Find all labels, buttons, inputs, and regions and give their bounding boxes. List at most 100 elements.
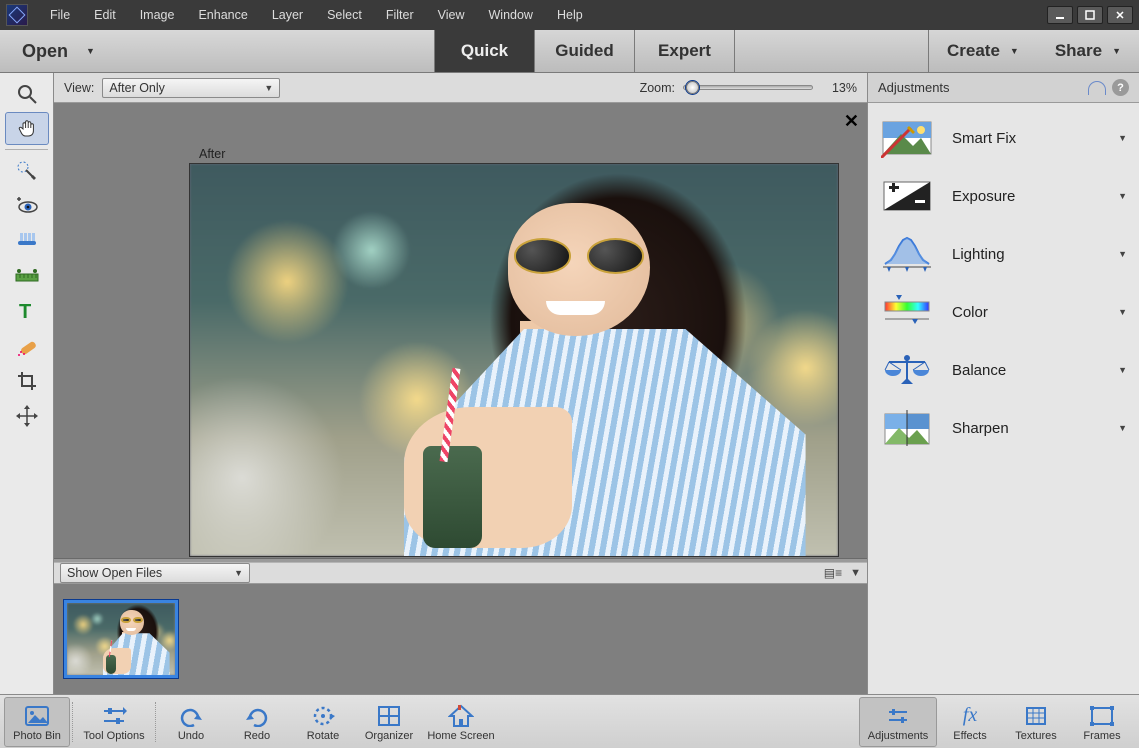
mode-guided-label: Guided [555, 41, 614, 61]
menu-image[interactable]: Image [128, 4, 187, 26]
menu-file[interactable]: File [38, 4, 82, 26]
menu-enhance[interactable]: Enhance [186, 4, 259, 26]
redo-icon [244, 702, 270, 730]
mode-quick[interactable]: Quick [435, 30, 535, 72]
adj-label: Lighting [952, 246, 1100, 263]
photo-bin-icon [24, 702, 50, 730]
undo-button[interactable]: Undo [158, 697, 224, 747]
adj-balance[interactable]: Balance ▼ [872, 341, 1135, 399]
photo-bin-bar: Show Open Files ▼ ▤≡ ▼ [54, 562, 867, 584]
adj-exposure[interactable]: Exposure ▼ [872, 167, 1135, 225]
whiten-teeth-tool[interactable] [5, 224, 49, 257]
adj-smart-fix[interactable]: Smart Fix ▼ [872, 109, 1135, 167]
share-menu-button[interactable]: Share ▼ [1055, 41, 1121, 61]
organizer-button[interactable]: Organizer [356, 697, 422, 747]
redeye-tool[interactable] [5, 189, 49, 222]
spot-heal-tool[interactable] [5, 329, 49, 362]
chevron-down-icon: ▼ [1118, 249, 1127, 259]
menu-select[interactable]: Select [315, 4, 374, 26]
chevron-down-icon: ▼ [1112, 46, 1121, 56]
home-icon [448, 702, 474, 730]
adj-color[interactable]: Color ▼ [872, 283, 1135, 341]
rotate-button[interactable]: Rotate [290, 697, 356, 747]
photo-bin-button[interactable]: Photo Bin [4, 697, 70, 747]
sharpen-icon [880, 407, 934, 449]
frames-icon [1089, 702, 1115, 730]
close-document-button[interactable]: ✕ [844, 111, 859, 132]
adj-sharpen[interactable]: Sharpen ▼ [872, 399, 1135, 457]
mode-guided[interactable]: Guided [535, 30, 635, 72]
mode-expert-label: Expert [658, 41, 711, 61]
rotate-icon [310, 702, 336, 730]
create-label: Create [947, 41, 1000, 61]
bin-collapse-icon[interactable]: ▼ [850, 567, 861, 579]
zoom-value: 13% [821, 81, 857, 95]
adjustments-tab-button[interactable]: Adjustments [859, 697, 937, 747]
zoom-tool[interactable] [5, 77, 49, 110]
close-button[interactable]: ✕ [1107, 6, 1133, 24]
menu-filter[interactable]: Filter [374, 4, 426, 26]
reset-icon[interactable] [1088, 81, 1106, 95]
zoom-slider[interactable] [683, 85, 813, 90]
menu-help[interactable]: Help [545, 4, 595, 26]
after-label: After [199, 147, 225, 161]
open-menu-button[interactable]: Open ▼ [0, 30, 435, 73]
adj-label: Sharpen [952, 420, 1100, 437]
exposure-icon [880, 175, 934, 217]
adj-lighting[interactable]: Lighting ▼ [872, 225, 1135, 283]
move-tool[interactable] [5, 399, 49, 432]
chevron-down-icon: ▼ [1118, 191, 1127, 201]
titlebar: File Edit Image Enhance Layer Select Fil… [0, 0, 1139, 30]
view-label: View: [64, 81, 94, 95]
hand-tool[interactable] [5, 112, 49, 145]
textures-tab-button[interactable]: Textures [1003, 697, 1069, 747]
crop-tool[interactable] [5, 364, 49, 397]
create-menu-button[interactable]: Create ▼ [947, 41, 1019, 61]
minimize-button[interactable] [1047, 6, 1073, 24]
chevron-down-icon: ▼ [1118, 365, 1127, 375]
lighting-icon [880, 233, 934, 275]
view-dropdown-value: After Only [109, 81, 165, 95]
bin-filter-value: Show Open Files [67, 566, 162, 580]
open-label: Open [22, 41, 68, 62]
window-controls: ✕ [1047, 6, 1133, 24]
bb-label: Organizer [365, 730, 413, 742]
chevron-down-icon: ▼ [1118, 307, 1127, 317]
view-dropdown[interactable]: After Only ▼ [102, 78, 280, 98]
bb-label: Effects [953, 730, 986, 742]
frames-tab-button[interactable]: Frames [1069, 697, 1135, 747]
chevron-down-icon: ▼ [1010, 46, 1019, 56]
adj-label: Exposure [952, 188, 1100, 205]
zoom-slider-thumb[interactable] [686, 81, 699, 94]
mode-bar: Open ▼ Quick Guided Expert Create ▼ Shar… [0, 30, 1139, 73]
share-label: Share [1055, 41, 1102, 61]
main-menu: File Edit Image Enhance Layer Select Fil… [38, 4, 595, 26]
fx-icon: fx [963, 702, 977, 730]
menu-layer[interactable]: Layer [260, 4, 315, 26]
home-screen-button[interactable]: Home Screen [422, 697, 500, 747]
balance-icon [880, 349, 934, 391]
bb-label: Tool Options [83, 730, 144, 742]
tool-options-button[interactable]: Tool Options [75, 697, 153, 747]
effects-tab-button[interactable]: fx Effects [937, 697, 1003, 747]
app-logo-icon [6, 4, 28, 26]
document-image[interactable] [189, 163, 839, 557]
photo-bin-thumbnail[interactable] [64, 600, 178, 678]
organizer-icon [377, 702, 401, 730]
quick-select-tool[interactable] [5, 154, 49, 187]
type-tool[interactable]: T [5, 294, 49, 327]
menu-edit[interactable]: Edit [82, 4, 128, 26]
straighten-tool[interactable] [5, 259, 49, 292]
mode-expert[interactable]: Expert [635, 30, 735, 72]
bin-filter-dropdown[interactable]: Show Open Files ▼ [60, 563, 250, 583]
menu-view[interactable]: View [426, 4, 477, 26]
bb-label: Textures [1015, 730, 1057, 742]
menu-window[interactable]: Window [477, 4, 545, 26]
help-icon[interactable]: ? [1112, 79, 1129, 96]
bb-label: Photo Bin [13, 730, 61, 742]
chevron-down-icon: ▼ [1118, 423, 1127, 433]
bin-options-icon[interactable]: ▤≡ [824, 566, 842, 580]
redo-button[interactable]: Redo [224, 697, 290, 747]
smart-fix-icon [880, 117, 934, 159]
maximize-button[interactable] [1077, 6, 1103, 24]
